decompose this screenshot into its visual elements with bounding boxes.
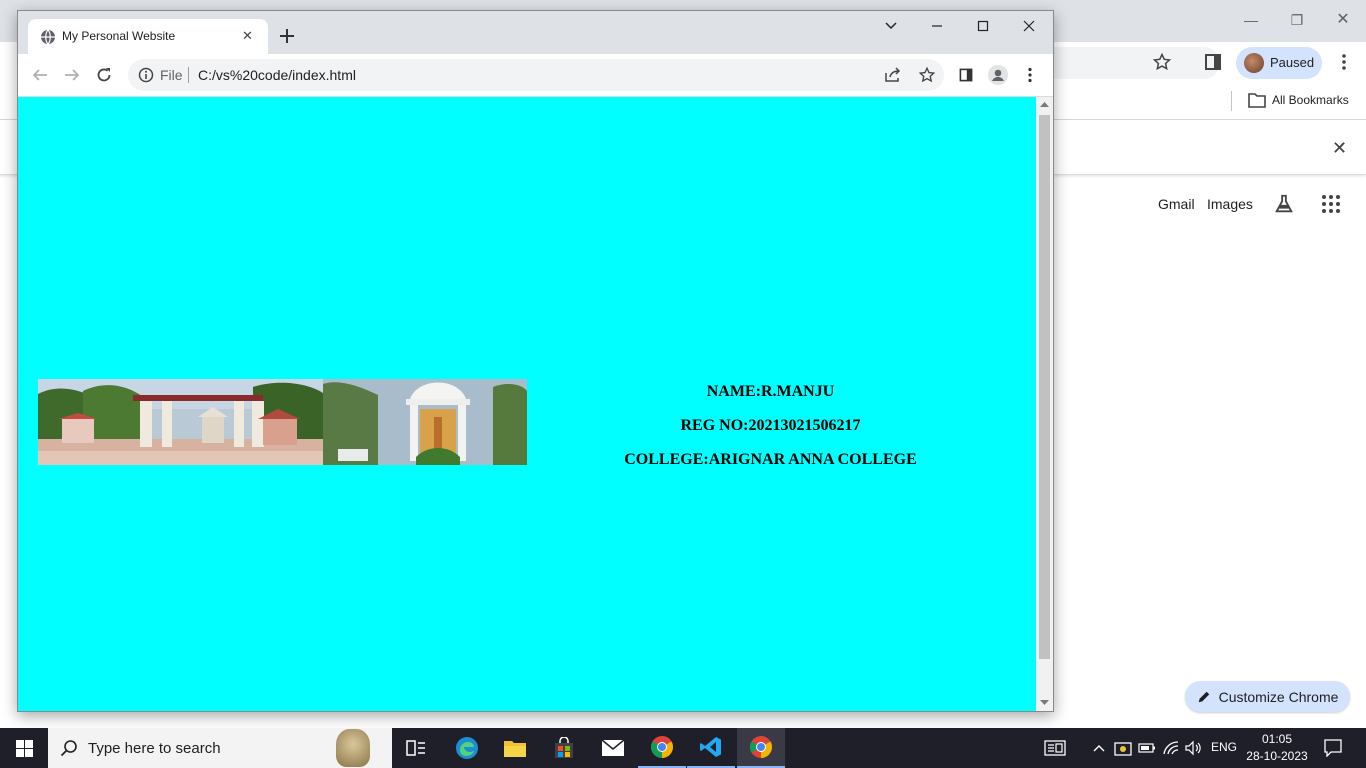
bg-close-icon[interactable]: ✕ — [1320, 10, 1366, 30]
browser-toolbar: File C:/vs%20code/index.html — [18, 54, 1053, 97]
bg-menu-icon[interactable] — [1336, 52, 1352, 72]
chrome-icon[interactable] — [638, 728, 686, 768]
task-view-icon[interactable] — [392, 728, 440, 768]
customize-chrome-label: Customize Chrome — [1218, 688, 1339, 705]
bookmarks-divider — [1231, 91, 1232, 111]
bg-minimize-icon[interactable]: — — [1228, 10, 1274, 30]
avatar — [1244, 53, 1264, 73]
clock-date: 28-10-2023 — [1246, 749, 1308, 763]
vscode-icon[interactable] — [687, 728, 735, 768]
college-campus-image — [38, 379, 527, 465]
side-panel-icon[interactable] — [951, 60, 981, 90]
all-bookmarks-button[interactable]: All Bookmarks — [1248, 91, 1349, 109]
new-tab-icon[interactable] — [278, 27, 296, 45]
url-text[interactable]: C:/vs%20code/index.html — [198, 67, 356, 83]
tab-close-icon[interactable]: ✕ — [242, 28, 253, 44]
profile-icon[interactable] — [983, 60, 1013, 90]
url-divider — [188, 67, 189, 83]
vertical-scrollbar[interactable] — [1036, 97, 1053, 711]
search-highlight-image[interactable] — [336, 729, 370, 767]
taskbar-search-box[interactable]: Type here to search — [48, 728, 392, 768]
folder-icon — [1248, 93, 1266, 108]
chrome-icon[interactable] — [737, 728, 785, 768]
infobar-close-icon[interactable]: ✕ — [1332, 138, 1347, 159]
forward-arrow-icon[interactable] — [57, 60, 87, 90]
close-icon[interactable] — [1006, 11, 1052, 41]
page-viewport: NAME:R.MANJU REG NO:20213021506217 COLLE… — [18, 97, 1036, 711]
chevron-up-icon[interactable] — [1089, 738, 1109, 758]
scroll-up-arrow-icon[interactable] — [1040, 101, 1049, 107]
input-language[interactable]: ENG — [1211, 740, 1237, 754]
google-apps-icon[interactable] — [1321, 194, 1341, 214]
back-arrow-icon[interactable] — [25, 60, 55, 90]
system-clock[interactable]: 01:05 28-10-2023 — [1244, 731, 1310, 765]
profile-status-label: Paused — [1270, 55, 1315, 70]
notification-icon[interactable] — [1322, 738, 1344, 758]
tab-title: My Personal Website — [62, 29, 176, 43]
file-explorer-icon[interactable] — [491, 728, 539, 768]
search-icon — [60, 739, 78, 757]
microsoft-store-icon[interactable] — [540, 728, 588, 768]
menu-icon[interactable] — [1015, 60, 1045, 90]
mail-icon[interactable] — [589, 728, 637, 768]
maximize-icon[interactable] — [960, 11, 1006, 41]
taskbar: Type here to search ENG 01:05 28-10-2023 — [0, 728, 1366, 768]
edge-icon[interactable] — [443, 728, 491, 768]
background-omnibox[interactable] — [1040, 47, 1220, 79]
volume-icon[interactable] — [1183, 738, 1203, 758]
bookmark-star-icon[interactable] — [918, 66, 936, 84]
tab-search-chevron-down-icon[interactable] — [868, 11, 914, 41]
battery-icon[interactable] — [1137, 738, 1157, 758]
all-bookmarks-label: All Bookmarks — [1272, 93, 1349, 107]
pencil-icon — [1198, 691, 1209, 702]
images-link[interactable]: Images — [1207, 196, 1253, 212]
bg-restore-icon[interactable]: ❐ — [1274, 10, 1320, 30]
news-widget-icon[interactable] — [1043, 738, 1067, 758]
clock-time: 01:05 — [1261, 732, 1293, 746]
side-panel-icon[interactable] — [1203, 52, 1223, 72]
student-name: NAME:R.MANJU — [706, 383, 835, 400]
reload-icon[interactable] — [89, 60, 119, 90]
scroll-down-arrow-icon[interactable] — [1040, 700, 1049, 706]
search-placeholder: Type here to search — [88, 740, 221, 757]
college-name: COLLEGE:ARIGNAR ANNA COLLEGE — [624, 451, 917, 468]
tab-my-personal-website[interactable]: My Personal Website ✕ — [28, 19, 268, 54]
gmail-link[interactable]: Gmail — [1158, 196, 1195, 212]
scrollbar-thumb[interactable] — [1039, 115, 1050, 659]
minimize-icon[interactable] — [914, 11, 960, 41]
windows-start-icon[interactable] — [0, 728, 48, 768]
globe-icon — [40, 29, 56, 45]
bookmark-star-icon[interactable] — [1152, 52, 1172, 72]
site-info-icon[interactable] — [138, 67, 154, 83]
student-info: NAME:R.MANJU REG NO:20213021506217 COLLE… — [583, 380, 958, 482]
address-bar[interactable]: File C:/vs%20code/index.html — [128, 59, 944, 91]
url-scheme-label: File — [160, 67, 183, 83]
labs-flask-icon[interactable] — [1273, 193, 1295, 215]
tray-app-icon[interactable] — [1113, 738, 1133, 758]
foreground-browser-window: My Personal Website ✕ File C:/vs%20code/… — [17, 10, 1054, 712]
wifi-icon[interactable] — [1161, 738, 1181, 758]
registration-number: REG NO:20213021506217 — [680, 417, 861, 434]
profile-chip[interactable]: Paused — [1236, 47, 1322, 79]
share-icon[interactable] — [884, 67, 902, 83]
customize-chrome-button[interactable]: Customize Chrome — [1185, 681, 1350, 712]
